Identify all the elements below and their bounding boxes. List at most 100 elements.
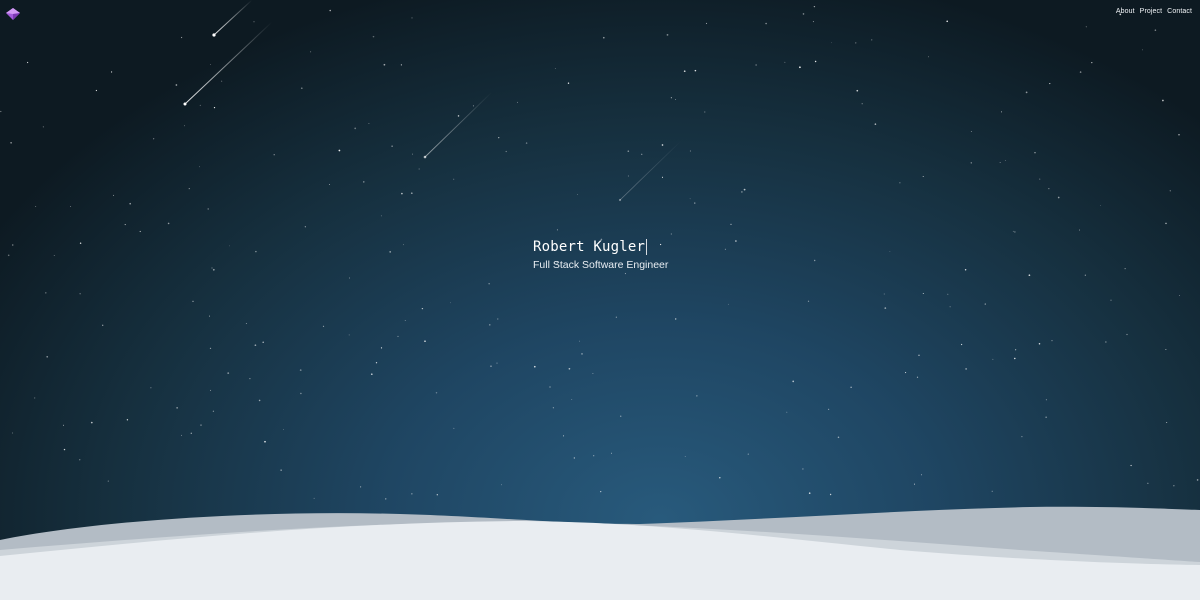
star xyxy=(970,130,972,133)
star xyxy=(554,68,556,69)
star xyxy=(1196,479,1199,481)
star xyxy=(641,153,643,155)
star xyxy=(12,244,14,246)
logo-icon[interactable] xyxy=(5,7,21,21)
star xyxy=(571,399,573,400)
star xyxy=(453,427,455,429)
star xyxy=(1179,295,1180,296)
star xyxy=(1048,188,1050,190)
star xyxy=(802,13,805,15)
star xyxy=(79,242,82,245)
star xyxy=(192,300,194,302)
star xyxy=(946,20,948,23)
star xyxy=(176,407,178,409)
star xyxy=(490,365,492,367)
star xyxy=(418,168,420,170)
star xyxy=(1021,435,1023,438)
hero-name-text: Robert Kugler xyxy=(533,239,646,255)
star xyxy=(965,368,967,370)
star xyxy=(375,362,378,364)
star xyxy=(200,424,202,426)
star xyxy=(210,389,212,391)
star xyxy=(124,224,126,226)
star xyxy=(563,435,565,437)
star xyxy=(212,410,215,412)
star xyxy=(831,42,832,44)
star xyxy=(1165,348,1167,350)
star xyxy=(190,432,192,434)
star xyxy=(1100,205,1101,206)
star xyxy=(1014,231,1016,233)
star xyxy=(1015,349,1017,351)
star xyxy=(411,17,413,19)
star xyxy=(1034,152,1036,154)
star xyxy=(411,153,414,155)
star xyxy=(827,408,830,411)
star xyxy=(421,307,424,310)
star xyxy=(814,259,816,262)
star xyxy=(916,376,919,378)
star xyxy=(368,122,370,125)
nav-contact-link[interactable]: Contact xyxy=(1167,8,1192,15)
star xyxy=(517,101,518,103)
star xyxy=(627,150,630,152)
star xyxy=(861,103,863,105)
star xyxy=(35,206,37,207)
star xyxy=(95,89,98,92)
star xyxy=(1085,26,1087,28)
star xyxy=(620,415,622,417)
star xyxy=(245,322,247,325)
star xyxy=(568,367,571,370)
star xyxy=(1079,229,1081,231)
star xyxy=(1178,134,1180,136)
star xyxy=(1045,399,1047,401)
star xyxy=(899,182,901,184)
star xyxy=(360,486,362,488)
star xyxy=(139,230,141,233)
star xyxy=(871,39,873,41)
star xyxy=(905,372,907,374)
star xyxy=(283,429,284,431)
star xyxy=(922,176,924,177)
star xyxy=(661,176,664,178)
star xyxy=(102,324,104,326)
nav-project-link[interactable]: Project xyxy=(1140,8,1163,15)
star xyxy=(299,369,302,371)
nav-about-link[interactable]: About xyxy=(1116,8,1135,15)
shooting-star-head xyxy=(183,102,187,106)
star xyxy=(12,432,14,434)
star xyxy=(730,223,732,226)
star xyxy=(1130,464,1132,467)
star xyxy=(1014,357,1016,360)
star xyxy=(814,60,817,63)
star xyxy=(404,320,406,321)
star xyxy=(400,64,403,66)
star xyxy=(253,21,255,23)
star xyxy=(525,142,528,144)
star xyxy=(1105,341,1107,343)
star xyxy=(743,188,746,191)
star xyxy=(918,354,920,356)
shooting-star-head xyxy=(212,33,216,37)
star xyxy=(262,341,264,343)
star xyxy=(922,292,924,295)
star xyxy=(0,110,2,113)
star xyxy=(1049,83,1051,85)
star xyxy=(34,397,36,399)
star xyxy=(264,440,266,443)
star xyxy=(799,66,801,69)
star xyxy=(1045,416,1047,418)
star xyxy=(410,192,413,195)
star xyxy=(329,9,331,12)
star xyxy=(1124,268,1126,270)
star xyxy=(450,302,451,304)
star xyxy=(453,178,455,180)
star xyxy=(1039,178,1041,180)
star xyxy=(850,386,852,388)
star xyxy=(792,380,795,383)
star xyxy=(666,34,669,36)
star xyxy=(249,377,251,380)
star xyxy=(63,448,66,451)
star xyxy=(188,188,190,190)
star xyxy=(689,150,691,152)
